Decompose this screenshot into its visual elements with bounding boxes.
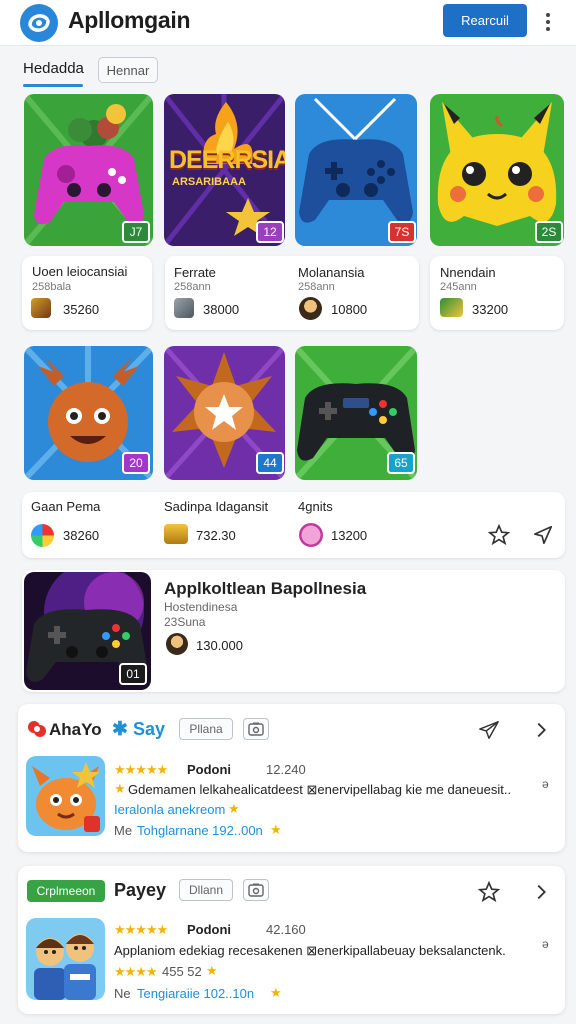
game-count: 33200 [472,302,509,317]
mini-thumb-icon [31,298,51,318]
game-badge: 44 [256,452,284,474]
featured-sub: Hostendinesa [164,600,238,614]
game-name: 4gnits [298,499,333,514]
rating-stars: ★★★★ [114,964,158,979]
review-link[interactable]: Ieralonla anekreom [114,802,225,817]
filter-chip[interactable]: Dllann [179,879,233,901]
review-meta: Tengiaraiie 102..10n [137,986,255,1001]
review-thumb[interactable] [26,918,105,1000]
tab-active[interactable]: Hedadda [23,60,84,77]
brand-name: AhaYo [49,720,102,739]
game-name: Nnendain [440,265,496,280]
game-row-card [22,492,565,558]
star-icon: ★ [206,963,218,978]
game-count: 38260 [63,528,100,543]
game-name: Molanansia [298,265,365,280]
rating-stars: ★★★★★ [114,762,168,777]
tab-chip[interactable]: Hennar [98,57,158,83]
game-sub: 245ann [440,281,477,293]
tile-title-art: DEERRSIA [169,146,285,174]
swirl-logo-icon [28,14,50,32]
star-icon[interactable] [476,879,502,905]
image-icon[interactable] [243,718,269,740]
star-icon[interactable] [486,522,512,548]
side-marker: ə [542,937,549,951]
side-marker: ə [542,777,549,791]
reviewer-name: Podoni [187,762,232,777]
star-icon: ★ [228,801,240,816]
brand-name: Payey [114,880,167,900]
app-root: Apllomgain Rearcuil Hedadda Hennar J7 DE… [0,0,576,1024]
orange-monster-icon [26,756,105,836]
brand-logo-icon [27,719,47,739]
sparkle-icon: ✱ [112,719,128,740]
meta-prefix: Me [114,823,133,838]
app-logo[interactable] [20,4,58,42]
game-name: Gaan Pema [31,499,101,514]
app-title: Apllomgain [68,7,191,33]
game-count: 38000 [203,302,240,317]
featured-title: Applkoltlean Bapollnesia [164,579,367,598]
avatar [299,523,323,547]
tile-title-sub: ARSARIBAAA [172,176,246,188]
game-sub: 258ann [174,281,211,293]
game-badge: J7 [122,221,150,243]
tab-indicator [23,84,83,87]
share-icon[interactable] [476,717,502,743]
avatar [166,633,188,655]
review-text: Gdemamen lelkahealicatdeest ⊠enervipella… [128,782,512,797]
game-name: Ferrate [174,265,216,280]
rating-count: 12.240 [266,762,306,777]
header-action-button[interactable]: Rearcuil [443,4,527,37]
mini-thumb-icon [164,524,188,544]
featured-sub: 23Suna [164,615,206,629]
star-icon: ★ [270,822,282,837]
mini-thumb-icon [440,298,463,317]
star-icon: ★ [114,781,126,796]
meta-prefix: Ne [114,986,131,1001]
game-count: 732.30 [196,528,236,543]
game-badge: 20 [122,452,150,474]
cartoon-kids-icon [26,918,105,1000]
game-badge: 7S [388,221,416,243]
chevron-right-icon[interactable] [528,879,554,905]
brand-name: Say [133,719,166,739]
rating-line: 455 52 [162,964,202,979]
game-count: 35260 [63,302,100,317]
browser-icon [31,524,54,547]
reviewer-name: Podoni [187,922,232,937]
rating-stars: ★★★★★ [114,922,168,937]
game-badge: 2S [535,221,563,243]
game-count: 10800 [331,302,368,317]
game-sub: 258ann [298,281,335,293]
game-name: Sadinpa Idagansit [164,499,269,514]
avatar [299,297,322,320]
filter-chip[interactable]: Pllana [179,718,233,740]
category-chip[interactable]: Crplmeeon [27,880,105,902]
top-app-bar: Apllomgain Rearcuil [0,0,576,46]
rating-count: 42.160 [266,922,306,937]
game-badge: 12 [256,221,284,243]
featured-badge: 01 [119,663,147,685]
navigate-icon[interactable] [530,522,556,548]
game-sub: 258bala [32,281,72,293]
review-text: Applaniom edekiag recesakenen ⊠enerkipal… [114,943,506,958]
game-badge: 65 [387,452,415,474]
game-name: Uoen leiocansiai [32,264,128,279]
game-count: 13200 [331,528,368,543]
review-thumb[interactable] [26,756,105,836]
featured-count: 130.000 [196,638,243,653]
image-icon[interactable] [243,879,269,901]
chevron-right-icon[interactable] [528,717,554,743]
review-meta: Tohglarnane 192..00n [137,823,263,838]
kebab-icon[interactable] [540,10,556,34]
star-icon: ★ [270,985,282,1000]
mini-thumb-icon [174,298,194,318]
